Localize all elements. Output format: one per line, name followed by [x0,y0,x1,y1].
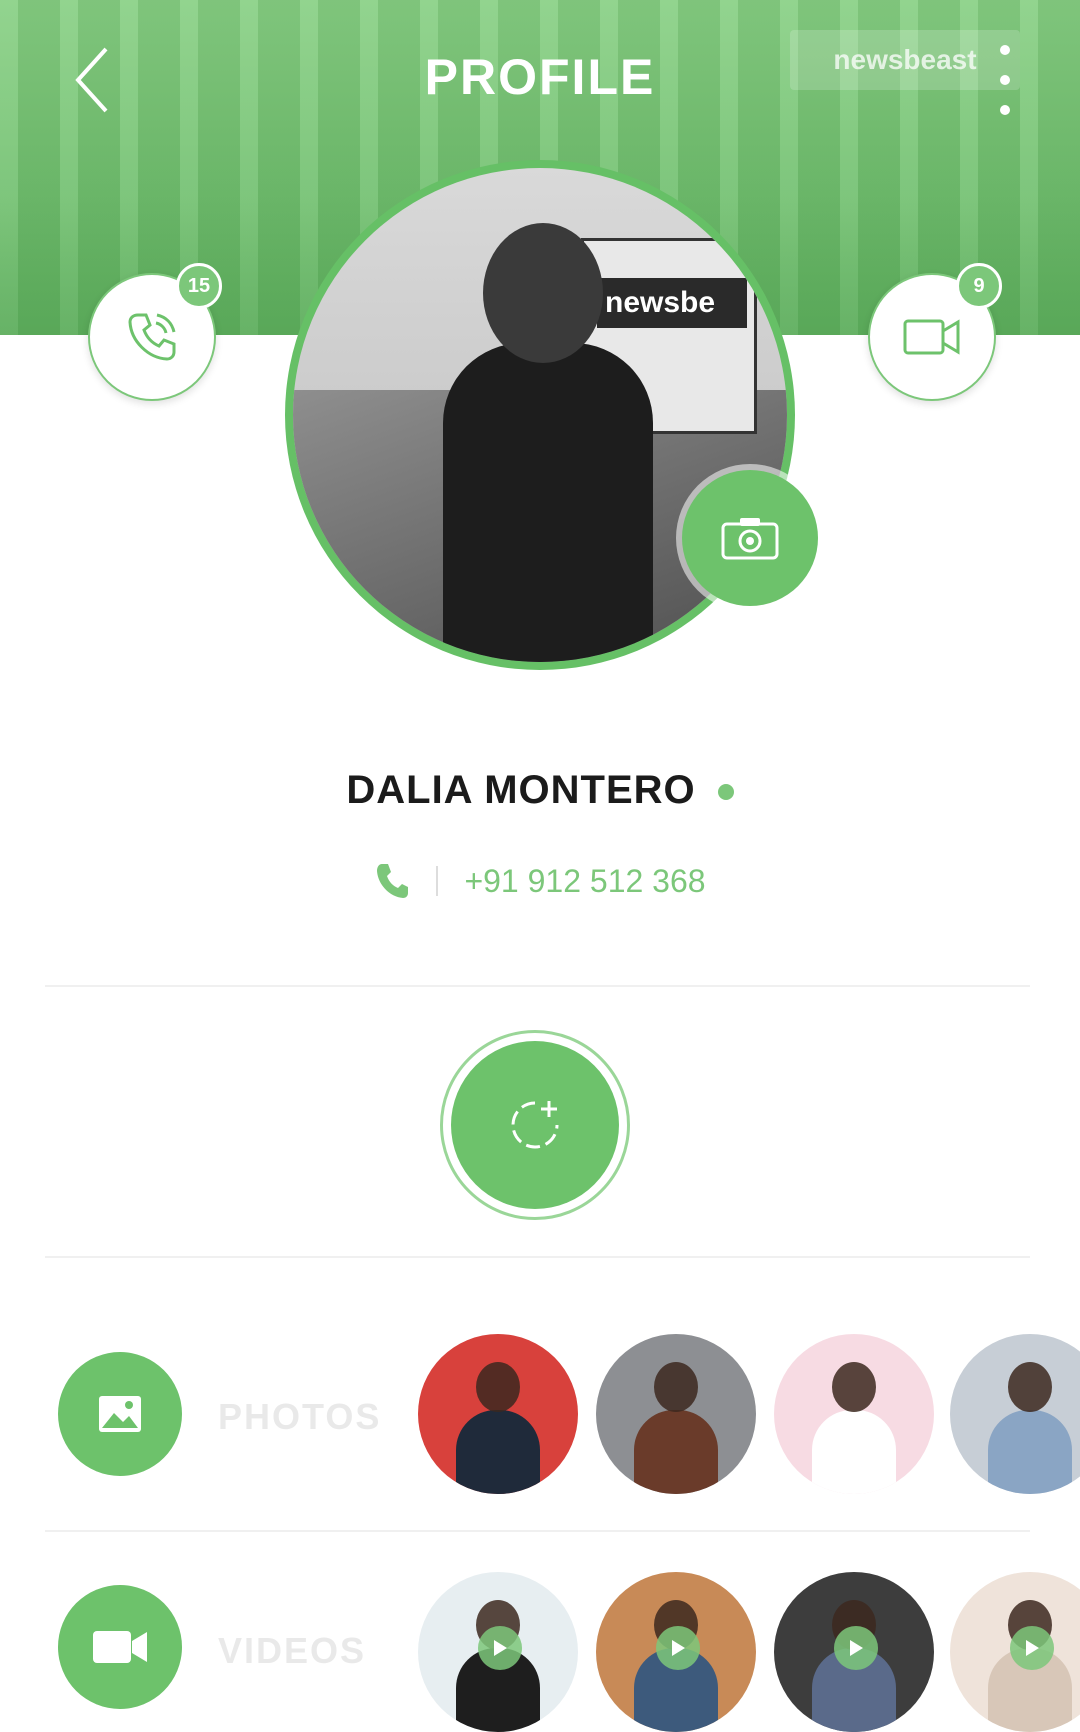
video-thumbnail[interactable] [596,1572,756,1732]
divider [45,1530,1030,1532]
video-thumbnail[interactable] [774,1572,934,1732]
videos-label: VIDEOS [218,1630,367,1671]
videos-button[interactable] [58,1585,182,1709]
play-icon [1010,1626,1054,1670]
phone-separator [436,866,439,896]
phone-call-icon [128,313,176,361]
phone-icon[interactable] [374,861,410,901]
photo-thumbnail[interactable] [596,1334,756,1494]
photo-thumbnail[interactable] [774,1334,934,1494]
video-thumbnail[interactable] [418,1572,578,1732]
phone-number[interactable]: +91 912 512 368 [464,863,705,900]
add-story-button[interactable] [440,1030,630,1220]
play-icon [478,1626,522,1670]
call-log-button[interactable]: 15 [88,263,222,401]
photos-button[interactable] [58,1352,182,1476]
video-call-log-button[interactable]: 9 [868,263,1002,401]
call-count-badge: 15 [176,263,222,309]
photo-thumbnail[interactable] [418,1334,578,1494]
profile-name-text: DALIA MONTERO [346,768,696,812]
photo-thumbnail[interactable] [950,1334,1080,1494]
add-story-icon [511,1101,559,1149]
video-thumbnail[interactable] [950,1572,1080,1732]
phone-row: +91 912 512 368 [0,856,1080,906]
photo-bus-sign: newsbe [597,278,747,328]
play-icon [834,1626,878,1670]
divider [45,985,1030,987]
video-count-badge: 9 [956,263,1002,309]
video-icon [93,1631,147,1663]
photos-label: PHOTOS [218,1396,382,1437]
more-options-button[interactable] [985,45,1025,115]
change-photo-button[interactable] [682,470,818,606]
profile-name: DALIA MONTERO [0,768,1080,813]
divider [45,1256,1030,1258]
camera-icon [721,518,779,560]
page-title: PROFILE [424,49,656,105]
video-camera-icon [903,319,960,355]
play-icon [656,1626,700,1670]
image-icon [99,1396,141,1432]
online-status-dot [717,784,734,801]
more-vertical-icon [1000,45,1010,55]
